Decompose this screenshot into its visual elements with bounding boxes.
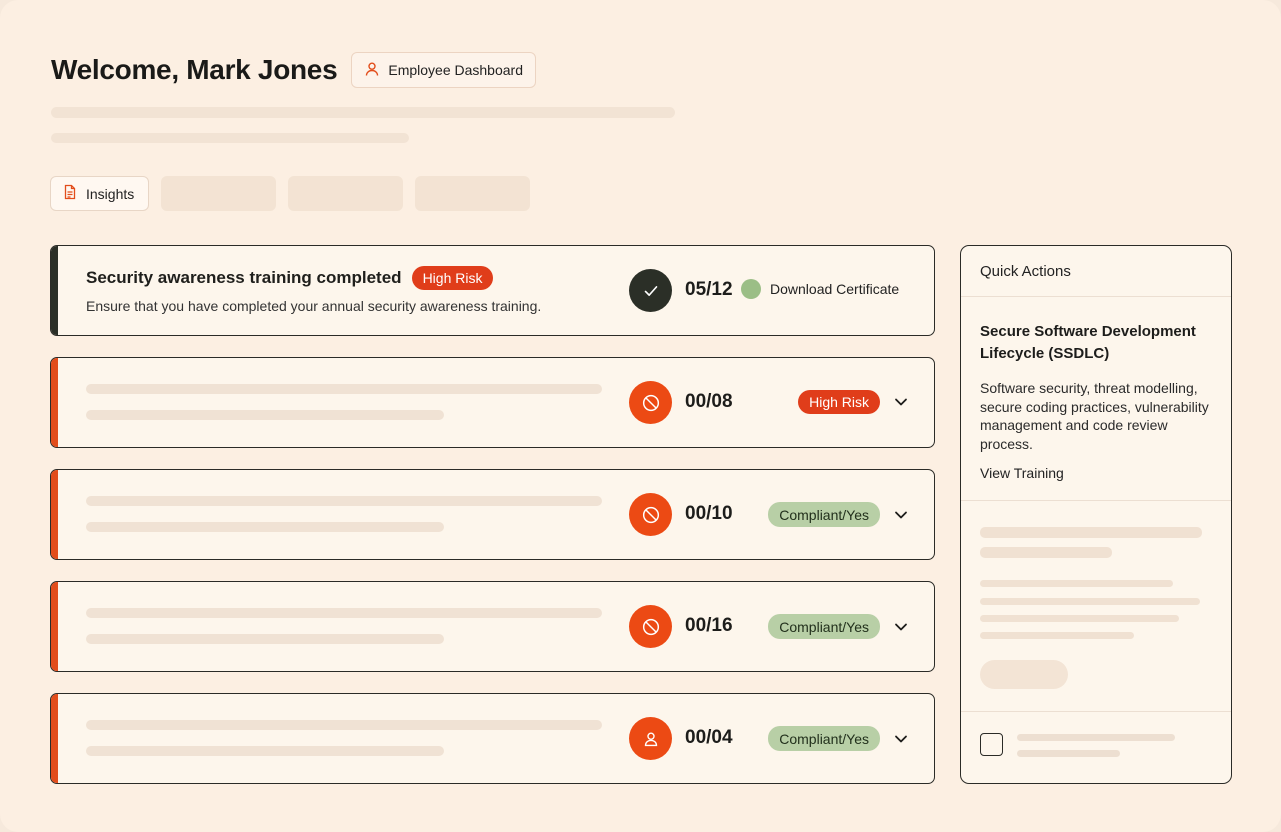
risk-badge: High Risk: [798, 390, 880, 414]
training-card[interactable]: 00/16 Compliant/Yes: [50, 581, 935, 672]
course-title: Secure Software Development Lifecycle (S…: [980, 323, 1196, 362]
card-status-bar: [51, 358, 58, 447]
certificate-dot-icon: [741, 279, 761, 299]
placeholder-line: [1017, 734, 1175, 741]
download-certificate-label: Download Certificate: [770, 281, 900, 297]
card-title-row: Security awareness training completed Hi…: [86, 266, 494, 290]
placeholder-line: [980, 632, 1134, 639]
placeholder-button[interactable]: [980, 660, 1068, 689]
tab-insights-label: Insights: [86, 185, 135, 202]
download-certificate-button[interactable]: Download Certificate: [741, 279, 899, 299]
progress-count: 05/12: [685, 279, 733, 300]
placeholder-line: [980, 580, 1173, 587]
card-title: Security awareness training completed: [86, 268, 402, 287]
placeholder-line: [980, 598, 1200, 605]
role-chip[interactable]: Employee Dashboard: [351, 52, 536, 88]
tab-placeholder-2[interactable]: [288, 176, 403, 211]
progress-count: 00/04: [685, 727, 733, 748]
chevron-down-icon[interactable]: [890, 616, 912, 638]
role-chip-label: Employee Dashboard: [388, 62, 523, 78]
compliant-badge: Compliant/Yes: [768, 502, 880, 527]
quick-actions-placeholder: [961, 501, 1231, 712]
training-card[interactable]: 00/08 High Risk: [50, 357, 935, 448]
chevron-down-icon[interactable]: [890, 391, 912, 413]
card-title-placeholder: [86, 608, 602, 618]
page-title: Welcome, Mark Jones: [51, 54, 338, 85]
subtitle-placeholder: [51, 107, 675, 118]
card-status-group: Compliant/Yes: [768, 502, 912, 527]
user-icon: [629, 717, 672, 760]
view-training-link[interactable]: View Training: [980, 465, 1064, 481]
quick-actions-panel: Quick Actions Secure Software Developmen…: [960, 245, 1232, 784]
card-status-bar: [51, 470, 58, 559]
check-icon: [629, 269, 672, 312]
card-title-placeholder: [86, 496, 602, 506]
progress-count: 00/16: [685, 615, 733, 636]
course-description: Software security, threat modelling, sec…: [980, 380, 1209, 452]
placeholder-line: [980, 527, 1202, 538]
tab-placeholder-1[interactable]: [161, 176, 276, 211]
card-desc-placeholder: [86, 634, 444, 644]
placeholder-line: [980, 547, 1112, 558]
card-description: Ensure that you have completed your annu…: [86, 298, 542, 314]
tab-insights[interactable]: Insights: [50, 176, 149, 211]
compliant-badge: Compliant/Yes: [768, 726, 880, 751]
tab-bar: Insights: [50, 176, 530, 211]
quick-actions-course: Secure Software Development Lifecycle (S…: [961, 297, 1231, 501]
training-card[interactable]: 00/04 Compliant/Yes: [50, 693, 935, 784]
card-status-bar: [51, 694, 58, 783]
chevron-down-icon[interactable]: [890, 504, 912, 526]
blocked-icon: [629, 605, 672, 648]
quick-actions-title: Quick Actions: [961, 246, 1231, 297]
card-title-placeholder: [86, 384, 602, 394]
quick-actions-footer: [961, 712, 1231, 783]
card-status-bar: [51, 582, 58, 671]
chevron-down-icon[interactable]: [890, 728, 912, 750]
document-icon: [62, 184, 78, 203]
task-checkbox[interactable]: [980, 733, 1003, 756]
compliant-badge: Compliant/Yes: [768, 614, 880, 639]
dashboard-page: Welcome, Mark Jones Employee Dashboard I…: [0, 0, 1281, 832]
card-status-bar: [51, 246, 58, 335]
page-header: Welcome, Mark Jones Employee Dashboard: [51, 52, 536, 88]
card-desc-placeholder: [86, 522, 444, 532]
blocked-icon: [629, 381, 672, 424]
progress-count: 00/10: [685, 503, 733, 524]
training-card-completed[interactable]: Security awareness training completed Hi…: [50, 245, 935, 336]
training-card[interactable]: 00/10 Compliant/Yes: [50, 469, 935, 560]
risk-badge: High Risk: [411, 266, 494, 290]
progress-count: 00/08: [685, 391, 733, 412]
card-status-group: High Risk: [798, 390, 912, 414]
card-title-placeholder: [86, 720, 602, 730]
card-status-group: Compliant/Yes: [768, 726, 912, 751]
placeholder-line: [1017, 750, 1120, 757]
card-desc-placeholder: [86, 746, 444, 756]
placeholder-line: [980, 615, 1179, 622]
blocked-icon: [629, 493, 672, 536]
subtitle-placeholder-2: [51, 133, 409, 143]
user-icon: [364, 61, 380, 80]
tab-placeholder-3[interactable]: [415, 176, 530, 211]
card-status-group: Compliant/Yes: [768, 614, 912, 639]
card-desc-placeholder: [86, 410, 444, 420]
